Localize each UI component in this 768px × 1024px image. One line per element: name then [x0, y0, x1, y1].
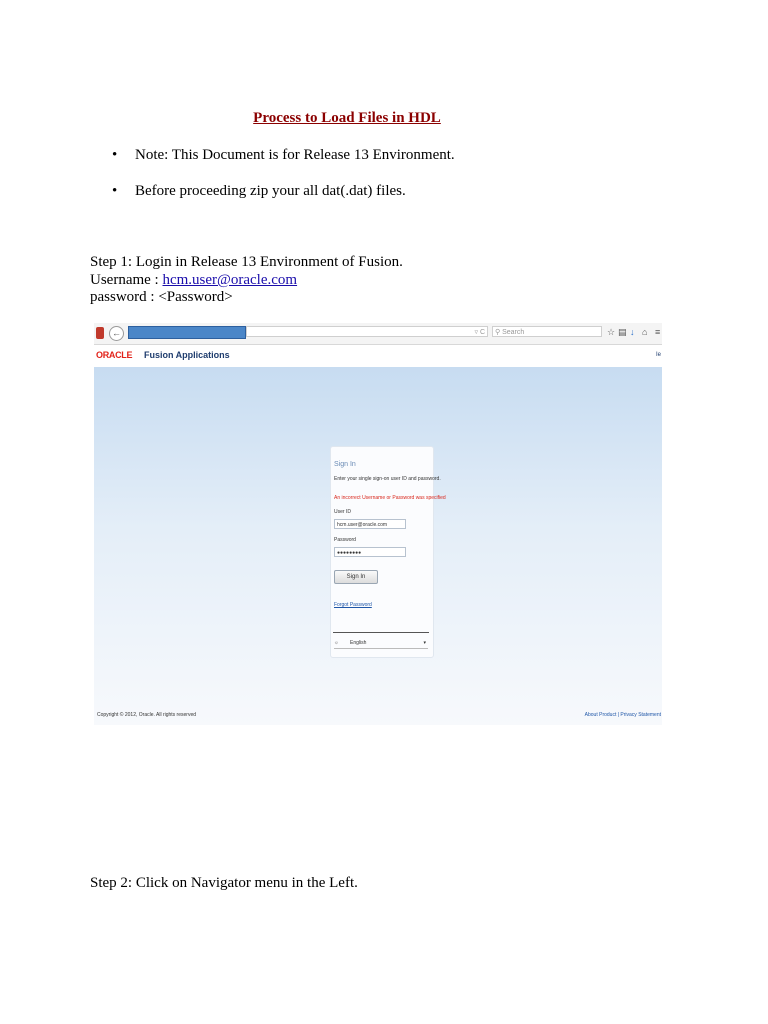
back-icon[interactable]: ←: [109, 326, 124, 341]
url-bar[interactable]: ▿ C: [246, 326, 488, 337]
signin-subtitle: Enter your single sign-on user ID and pa…: [334, 476, 441, 482]
language-value: English: [350, 640, 367, 646]
app-name: Fusion Applications: [144, 350, 230, 360]
search-box[interactable]: ⚲ Search: [492, 326, 602, 337]
bookmark-icon[interactable]: ▤: [618, 327, 627, 337]
home-icon[interactable]: ⌂: [642, 327, 647, 337]
globe-icon: ☼: [334, 640, 339, 646]
forgot-password-link[interactable]: Forgot Password: [334, 602, 372, 608]
oracle-header: ORACLE Fusion Applications Ie: [94, 345, 662, 367]
username-link[interactable]: hcm.user@oracle.com: [162, 272, 297, 288]
footer-links[interactable]: About Product | Privacy Statement: [585, 712, 661, 718]
signin-error: An incorrect Username or Password was sp…: [334, 495, 446, 501]
user-id-label: User ID: [334, 509, 351, 515]
bullet-text: Before proceeding zip your all dat(.dat)…: [135, 183, 406, 199]
sign-in-button[interactable]: Sign In: [334, 570, 378, 584]
bullet-text: Note: This Document is for Release 13 En…: [135, 147, 455, 163]
language-select[interactable]: ☼ English ▾: [334, 639, 428, 649]
document-title: Process to Load Files in HDL: [253, 110, 441, 126]
browser-toolbar: ← ▿ C ⚲ Search ☆ ▤ ↓ ⌂ ≡: [94, 323, 662, 345]
firefox-icon: [96, 327, 104, 339]
chevron-down-icon: ▾: [423, 640, 426, 646]
bullet-marker: •: [112, 183, 118, 199]
login-background: Sign In Enter your single sign-on user I…: [94, 367, 662, 725]
signin-divider: [333, 632, 429, 633]
url-bar-highlight[interactable]: [128, 326, 246, 339]
menu-icon[interactable]: ≡: [655, 327, 660, 337]
download-icon[interactable]: ↓: [630, 327, 635, 337]
signin-panel: Sign In Enter your single sign-on user I…: [330, 446, 446, 658]
password-label: Password: [334, 537, 356, 543]
login-screenshot: ← ▿ C ⚲ Search ☆ ▤ ↓ ⌂ ≡ ORACLE Fusion A…: [94, 323, 662, 725]
step-1-heading: Step 1: Login in Release 13 Environment …: [90, 254, 403, 270]
bullet-marker: •: [112, 147, 118, 163]
search-placeholder: Search: [502, 329, 525, 336]
username-line: Username : hcm.user@oracle.com: [90, 272, 297, 289]
signin-title: Sign In: [334, 461, 356, 468]
oracle-logo: ORACLE: [96, 350, 133, 360]
search-icon: ⚲: [495, 329, 501, 336]
header-right-text: Ie: [655, 352, 661, 358]
password-field[interactable]: ●●●●●●●●: [334, 547, 406, 557]
copyright-text: Copyright © 2012, Oracle. All rights res…: [97, 712, 197, 718]
star-icon[interactable]: ☆: [607, 327, 615, 337]
password-line: password : <Password>: [90, 289, 233, 305]
username-label: Username :: [90, 272, 163, 288]
user-id-field[interactable]: hcm.user@oracle.com: [334, 519, 406, 529]
step-2-heading: Step 2: Click on Navigator menu in the L…: [90, 875, 358, 891]
